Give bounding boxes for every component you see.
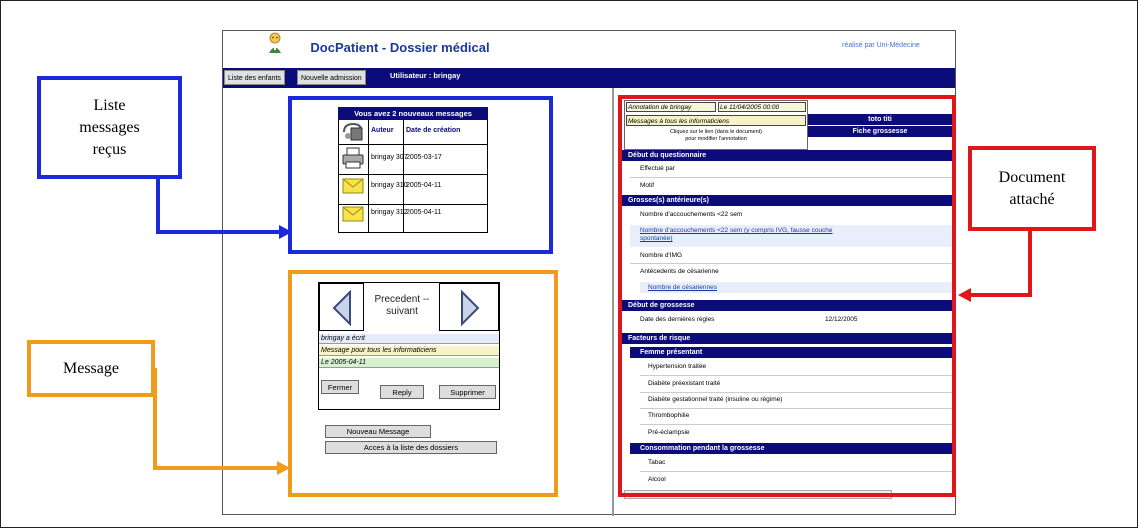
arrow-head-icon bbox=[279, 225, 292, 239]
arrow-head-icon bbox=[958, 288, 971, 302]
orange-connector bbox=[153, 368, 280, 470]
connector-arrows bbox=[153, 179, 1032, 475]
arrow-head-icon bbox=[277, 461, 290, 475]
blue-connector bbox=[156, 179, 282, 234]
red-connector bbox=[968, 231, 1032, 297]
